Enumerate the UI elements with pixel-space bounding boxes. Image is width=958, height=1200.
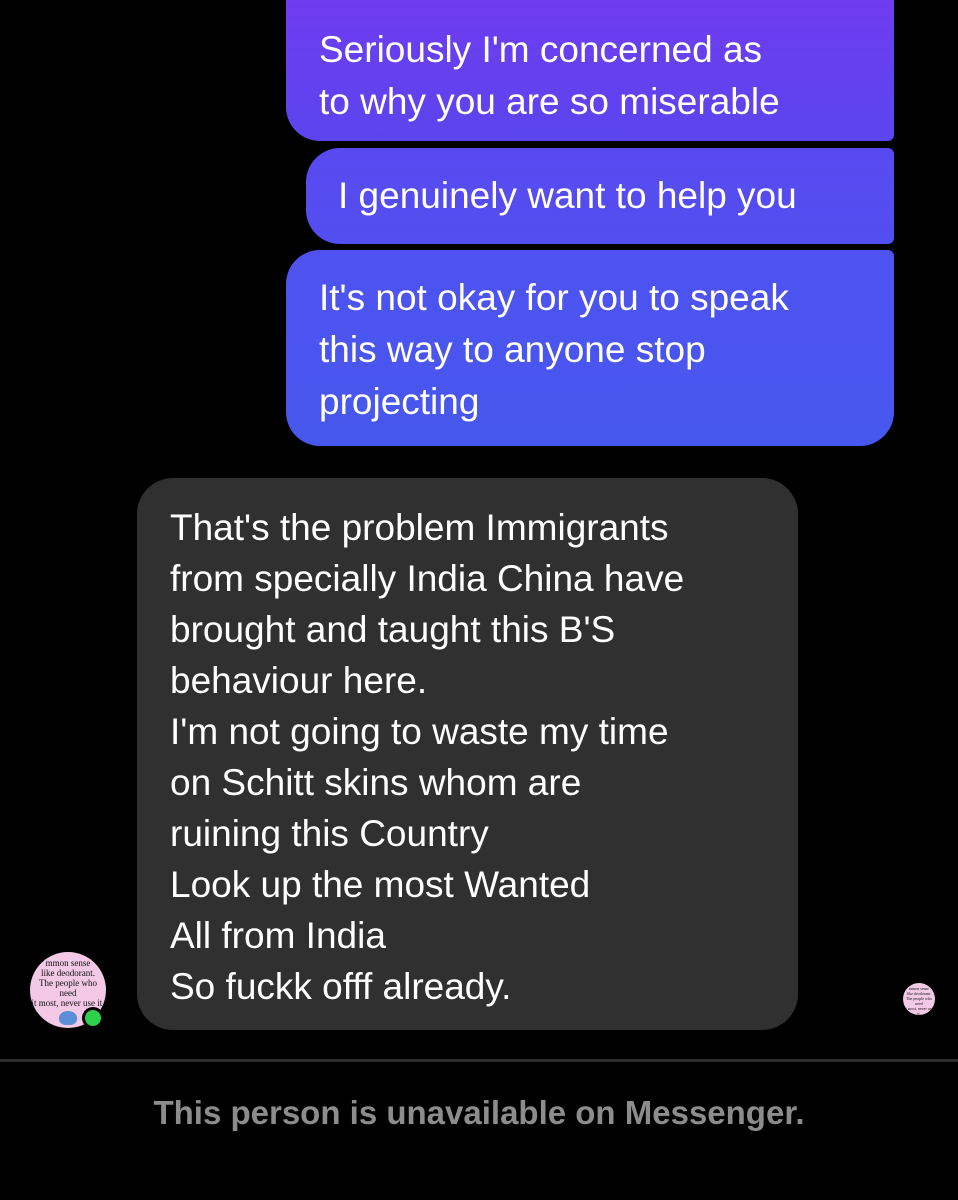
seen-receipt-avatar: mmon sense like deodorant. The people wh… xyxy=(903,983,935,1015)
incoming-message[interactable]: That's the problem Immigrants from speci… xyxy=(137,478,798,1030)
avatar-caption: mmon sense like deodorant. The people wh… xyxy=(31,958,105,1008)
outgoing-message[interactable]: I genuinely want to help you xyxy=(306,148,894,244)
online-status-dot xyxy=(82,1007,104,1029)
outgoing-message[interactable]: It's not okay for you to speak this way … xyxy=(286,250,894,446)
stitch-character-icon xyxy=(59,1011,77,1025)
outgoing-message[interactable]: Seriously I'm concerned as to why you ar… xyxy=(286,0,894,141)
seen-avatar-caption: mmon sense like deodorant. The people wh… xyxy=(904,986,934,1015)
unavailable-notice: This person is unavailable on Messenger. xyxy=(153,1094,805,1131)
composer-divider xyxy=(0,1059,958,1062)
